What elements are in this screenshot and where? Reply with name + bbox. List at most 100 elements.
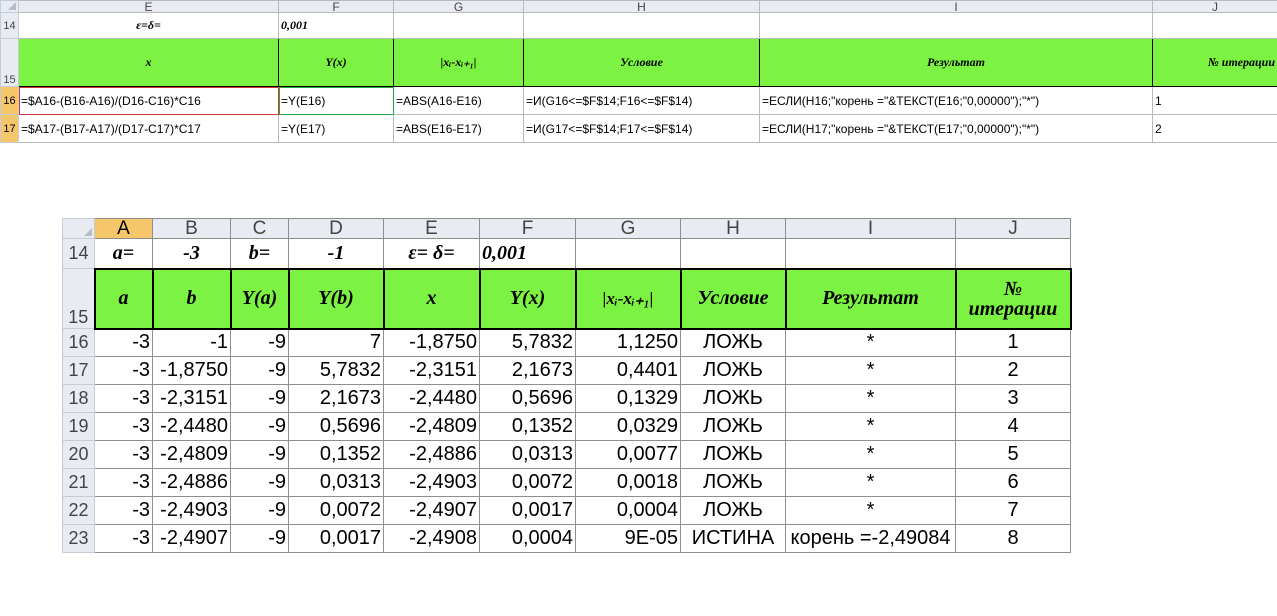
epsilon-value-cell[interactable]: 0,001 — [278, 12, 394, 39]
cell-ya[interactable]: -9 — [230, 440, 289, 469]
header-cell-result[interactable]: Результат — [759, 38, 1153, 87]
cell-a[interactable]: -3 — [94, 384, 153, 413]
cell-abs-diff[interactable]: 9E-05 — [575, 524, 681, 553]
cell-iteration[interactable]: 4 — [955, 412, 1071, 441]
column-header-e[interactable]: E — [383, 218, 480, 239]
row-header-18[interactable]: 18 — [62, 384, 95, 413]
cell-a[interactable]: -3 — [94, 468, 153, 497]
row-header-17[interactable]: 17 — [0, 114, 19, 143]
cell-x[interactable]: -2,4480 — [383, 384, 480, 413]
b-value-cell[interactable]: -1 — [288, 238, 384, 269]
cell-yx[interactable]: 2,1673 — [479, 356, 576, 385]
cell-ya[interactable]: -9 — [230, 412, 289, 441]
cell-condition[interactable]: ЛОЖЬ — [680, 356, 786, 385]
row-header-16[interactable]: 16 — [0, 86, 19, 115]
header-cell-ya[interactable]: Y(a) — [229, 267, 290, 330]
header-cell-yx[interactable]: Y(x) — [278, 38, 394, 87]
cell-abs-diff[interactable]: 0,4401 — [575, 356, 681, 385]
formula-cell-i17[interactable]: =ЕСЛИ(H17;"корень ="&ТЕКСТ(E17;"0,00000"… — [759, 114, 1153, 143]
cell-yb[interactable]: 7 — [288, 328, 384, 357]
empty-cell[interactable] — [759, 12, 1153, 39]
cell-yb[interactable]: 0,0313 — [288, 468, 384, 497]
empty-cell[interactable] — [955, 238, 1071, 269]
header-cell-condition[interactable]: Условие — [523, 38, 760, 87]
epsilon-label-cell[interactable]: ε= δ= — [383, 238, 480, 269]
cell-yx[interactable]: 0,0004 — [479, 524, 576, 553]
a-value-cell[interactable]: -3 — [152, 238, 231, 269]
cell-b[interactable]: -2,3151 — [152, 384, 231, 413]
cell-a[interactable]: -3 — [94, 328, 153, 357]
cell-yx[interactable]: 5,7832 — [479, 328, 576, 357]
cell-iteration[interactable]: 8 — [955, 524, 1071, 553]
formula-cell-j17[interactable]: 2 — [1152, 114, 1277, 143]
row-header-21[interactable]: 21 — [62, 468, 95, 497]
cell-condition[interactable]: ЛОЖЬ — [680, 412, 786, 441]
formula-cell-e16[interactable]: =$A16-(B16-A16)/(D16-C16)*C16 — [18, 86, 279, 115]
column-header-b[interactable]: B — [152, 218, 231, 239]
formula-cell-g17[interactable]: =ABS(E16-E17) — [393, 114, 524, 143]
select-all-corner[interactable] — [0, 0, 19, 13]
cell-yb[interactable]: 0,0072 — [288, 496, 384, 525]
column-header-f[interactable]: F — [278, 0, 394, 13]
cell-condition[interactable]: ЛОЖЬ — [680, 384, 786, 413]
formula-cell-j16[interactable]: 1 — [1152, 86, 1277, 115]
cell-x[interactable]: -2,3151 — [383, 356, 480, 385]
column-header-a[interactable]: A — [94, 218, 153, 239]
formula-cell-g16[interactable]: =ABS(A16-E16) — [393, 86, 524, 115]
cell-x[interactable]: -2,4908 — [383, 524, 480, 553]
cell-iteration[interactable]: 6 — [955, 468, 1071, 497]
cell-b[interactable]: -2,4907 — [152, 524, 231, 553]
row-header-23[interactable]: 23 — [62, 524, 95, 553]
cell-b[interactable]: -2,4480 — [152, 412, 231, 441]
cell-result[interactable]: * — [785, 328, 956, 357]
column-header-j[interactable]: J — [955, 218, 1071, 239]
cell-result[interactable]: * — [785, 496, 956, 525]
select-all-corner[interactable] — [62, 218, 95, 239]
cell-ya[interactable]: -9 — [230, 384, 289, 413]
empty-cell[interactable] — [1152, 12, 1277, 39]
epsilon-label-cell[interactable]: ε=δ= — [18, 12, 279, 39]
cell-abs-diff[interactable]: 0,0018 — [575, 468, 681, 497]
cell-condition[interactable]: ЛОЖЬ — [680, 440, 786, 469]
cell-condition[interactable]: ЛОЖЬ — [680, 468, 786, 497]
formula-cell-f16[interactable]: =Y(E16) — [278, 86, 394, 115]
cell-yx[interactable]: 0,0072 — [479, 468, 576, 497]
cell-yx[interactable]: 0,0313 — [479, 440, 576, 469]
column-header-c[interactable]: C — [230, 218, 289, 239]
row-header-22[interactable]: 22 — [62, 496, 95, 525]
formula-cell-f17[interactable]: =Y(E17) — [278, 114, 394, 143]
cell-iteration[interactable]: 7 — [955, 496, 1071, 525]
cell-abs-diff[interactable]: 1,1250 — [575, 328, 681, 357]
cell-result[interactable]: * — [785, 468, 956, 497]
cell-yb[interactable]: 2,1673 — [288, 384, 384, 413]
header-cell-a[interactable]: a — [93, 267, 154, 330]
cell-yx[interactable]: 0,5696 — [479, 384, 576, 413]
formula-cell-i16[interactable]: =ЕСЛИ(H16;"корень ="&ТЕКСТ(E16;"0,00000"… — [759, 86, 1153, 115]
cell-condition[interactable]: ИСТИНА — [680, 524, 786, 553]
header-cell-yb[interactable]: Y(b) — [287, 267, 385, 330]
cell-abs-diff[interactable]: 0,0077 — [575, 440, 681, 469]
cell-result[interactable]: * — [785, 356, 956, 385]
cell-result[interactable]: * — [785, 384, 956, 413]
epsilon-value-cell[interactable]: 0,001 — [479, 238, 576, 269]
cell-ya[interactable]: -9 — [230, 356, 289, 385]
row-header-16[interactable]: 16 — [62, 328, 95, 357]
cell-b[interactable]: -2,4809 — [152, 440, 231, 469]
column-header-g[interactable]: G — [575, 218, 681, 239]
cell-ya[interactable]: -9 — [230, 496, 289, 525]
cell-abs-diff[interactable]: 0,1329 — [575, 384, 681, 413]
cell-x[interactable]: -2,4886 — [383, 440, 480, 469]
column-header-g[interactable]: G — [393, 0, 524, 13]
header-cell-result[interactable]: Результат — [784, 267, 957, 330]
cell-b[interactable]: -1 — [152, 328, 231, 357]
cell-b[interactable]: -2,4903 — [152, 496, 231, 525]
row-header-19[interactable]: 19 — [62, 412, 95, 441]
header-cell-condition[interactable]: Условие — [679, 267, 787, 330]
empty-cell[interactable] — [575, 238, 681, 269]
cell-x[interactable]: -2,4809 — [383, 412, 480, 441]
header-cell-iteration[interactable]: № итерации — [954, 267, 1072, 330]
cell-yb[interactable]: 0,5696 — [288, 412, 384, 441]
cell-result[interactable]: * — [785, 440, 956, 469]
cell-yb[interactable]: 0,0017 — [288, 524, 384, 553]
column-header-j[interactable]: J — [1152, 0, 1277, 13]
